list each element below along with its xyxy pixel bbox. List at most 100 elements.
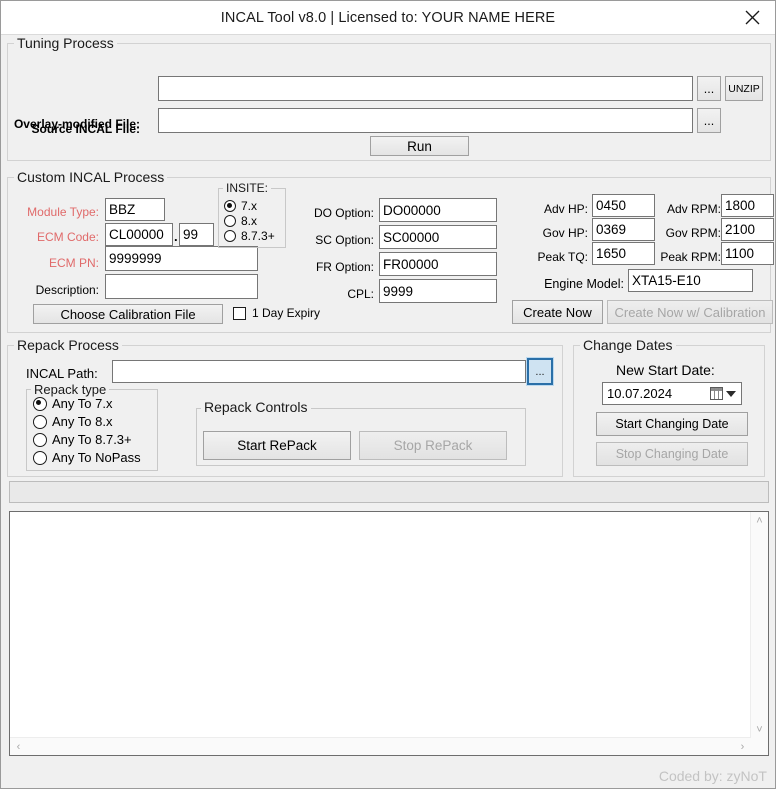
repack-type-any-to-8x-label: Any To 8.x [52,414,113,429]
repack-type-any-to-873plus-label: Any To 8.7.3+ [52,432,132,447]
adv-hp-input[interactable] [592,194,655,217]
fr-option-input[interactable] [379,252,497,276]
sc-option-input[interactable] [379,225,497,249]
insite-option-873plus-label: 8.7.3+ [241,229,275,243]
overlay-modified-file-label: Overlay-modified File: [13,117,140,131]
do-option-input[interactable] [379,198,497,222]
ecm-pn-input[interactable] [105,246,258,271]
new-start-date-picker[interactable]: 10.07.2024 [602,382,742,405]
repack-type-legend: Repack type [31,382,110,397]
window-title: INCAL Tool v8.0 | Licensed to: YOUR NAME… [220,9,556,26]
ecm-code-input[interactable] [105,223,173,246]
radio-indicator [33,450,47,465]
repack-controls-group: Repack Controls Start RePack Stop RePack [196,399,526,466]
insite-option-8x[interactable]: 8.x [224,214,257,228]
unzip-button[interactable]: UNZIP [725,76,763,101]
repack-type-any-to-8x[interactable]: Any To 8.x [33,414,112,429]
engine-model-label: Engine Model: [544,277,624,291]
one-day-expiry-checkbox[interactable]: 1 Day Expiry [233,306,320,320]
sc-option-label: SC Option: [315,233,374,247]
vscrollbar-track[interactable] [751,529,768,721]
app-window: INCAL Tool v8.0 | Licensed to: YOUR NAME… [0,0,776,789]
radio-indicator [224,230,236,242]
ecm-pn-label: ECM PN: [48,256,99,270]
peak-tq-input[interactable] [592,242,655,265]
insite-option-7x-label: 7.x [241,199,258,213]
new-start-date-label: New Start Date: [616,362,715,378]
stop-repack-button[interactable]: Stop RePack [359,431,507,460]
radio-indicator [224,215,236,227]
overlay-browse-button[interactable]: ... [697,108,721,133]
module-type-input[interactable] [105,198,165,221]
checkbox-box [233,306,246,320]
radio-indicator [33,396,47,411]
module-type-label: Module Type: [27,205,99,219]
overlay-modified-file-input[interactable] [158,108,693,133]
run-button[interactable]: Run [370,136,469,156]
start-repack-button[interactable]: Start RePack [203,431,351,460]
footer-credit: Coded by: zyNoT [658,768,767,784]
insite-option-873plus[interactable]: 8.7.3+ [224,229,275,243]
start-changing-date-button[interactable]: Start Changing Date [596,412,748,436]
adv-hp-label: Adv HP: [543,202,588,216]
create-now-button[interactable]: Create Now [512,300,603,324]
custom-incal-legend: Custom INCAL Process [14,169,168,185]
repack-type-any-to-nopass-label: Any To NoPass [52,450,141,465]
repack-process-legend: Repack Process [14,337,122,353]
incal-path-input[interactable] [112,360,526,383]
incal-path-label: INCAL Path: [26,366,98,381]
change-dates-legend: Change Dates [580,337,676,353]
tuning-process-group: Tuning Process Source INCAL File: ... UN… [7,35,771,161]
scrollbar-corner [751,738,768,755]
progress-bar [9,481,769,503]
peak-tq-label: Peak TQ: [537,250,588,264]
new-start-date-value: 10.07.2024 [607,386,673,401]
output-log-box[interactable]: ˄ ˅ ‹ › [9,511,769,756]
gov-hp-input[interactable] [592,218,655,241]
description-label: Description: [35,283,99,297]
scroll-right-icon[interactable]: › [734,738,751,755]
gov-hp-label: Gov HP: [542,226,588,240]
custom-incal-process-group: Custom INCAL Process Module Type: ECM Co… [7,169,774,333]
repack-type-any-to-7x-label: Any To 7.x [52,396,113,411]
insite-legend: INSITE: [223,181,272,195]
close-button[interactable] [729,1,775,34]
source-incal-browse-button[interactable]: ... [697,76,721,101]
repack-type-any-to-nopass[interactable]: Any To NoPass [33,450,141,465]
description-input[interactable] [105,274,258,299]
peak-rpm-label: Peak RPM: [660,250,721,264]
title-bar: INCAL Tool v8.0 | Licensed to: YOUR NAME… [1,1,775,35]
peak-rpm-input[interactable] [721,242,774,265]
choose-calibration-file-button[interactable]: Choose Calibration File [33,304,223,324]
repack-type-any-to-7x[interactable]: Any To 7.x [33,396,112,411]
cpl-label: CPL: [347,287,374,301]
adv-rpm-input[interactable] [721,194,774,217]
source-incal-file-input[interactable] [158,76,693,101]
scroll-down-icon[interactable]: ˅ [751,721,768,738]
repack-process-group: Repack Process INCAL Path: ... Repack ty… [7,337,563,477]
adv-rpm-label: Adv RPM: [666,202,721,216]
cpl-input[interactable] [379,279,497,303]
stop-changing-date-button[interactable]: Stop Changing Date [596,442,748,466]
scroll-up-icon[interactable]: ˄ [751,512,768,529]
ecm-code-suffix-input[interactable] [179,223,214,246]
fr-option-label: FR Option: [315,260,374,274]
gov-rpm-input[interactable] [721,218,774,241]
chevron-down-icon [726,390,736,397]
engine-model-input[interactable] [628,269,753,292]
radio-indicator [33,414,47,429]
insite-option-8x-label: 8.x [241,214,258,228]
radio-indicator [224,200,236,212]
create-now-with-calibration-button[interactable]: Create Now w/ Calibration [607,300,773,324]
repack-controls-legend: Repack Controls [201,399,311,415]
change-dates-group: Change Dates New Start Date: 10.07.2024 … [573,337,765,477]
scroll-left-icon[interactable]: ‹ [10,738,27,755]
gov-rpm-label: Gov RPM: [665,226,721,240]
output-horizontal-scrollbar[interactable]: ‹ › [10,737,751,755]
radio-indicator [33,432,47,447]
insite-option-7x[interactable]: 7.x [224,199,257,213]
repack-type-any-to-873plus[interactable]: Any To 8.7.3+ [33,432,132,447]
output-vertical-scrollbar[interactable]: ˄ ˅ [750,512,768,738]
insite-group: INSITE: 7.x 8.x 8.7.3+ [218,181,286,248]
incal-path-browse-button[interactable]: ... [527,358,553,385]
